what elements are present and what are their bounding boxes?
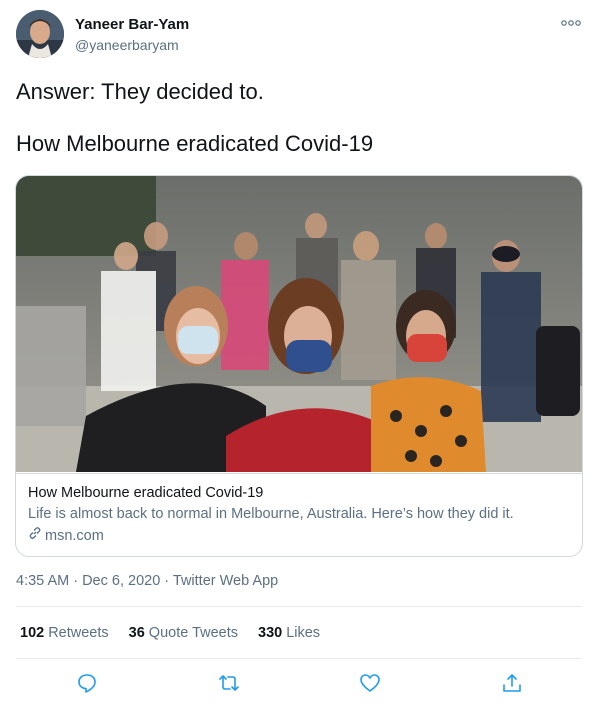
card-body: How Melbourne eradicated Covid-19 Life i… [16, 473, 582, 546]
share-icon[interactable] [501, 672, 523, 694]
tweet-text: Answer: They decided to. How Melbourne e… [16, 78, 582, 158]
retweets-stat[interactable]: 102 Retweets [20, 625, 109, 641]
card-domain[interactable]: msn.com [28, 526, 570, 546]
tweet-stats: 102 Retweets 36 Quote Tweets 330 Likes [20, 625, 340, 641]
like-icon[interactable] [359, 672, 381, 694]
crowd-photo[interactable] [16, 176, 582, 472]
quote-tweets-stat[interactable]: 36 Quote Tweets [129, 625, 238, 641]
divider [16, 606, 582, 607]
retweet-icon[interactable] [218, 672, 240, 694]
tweet-line-2: How Melbourne eradicated Covid-19 [16, 131, 374, 156]
card-domain-text: msn.com [45, 528, 104, 544]
quote-tweets-count: 36 [128, 625, 145, 641]
author-handle[interactable]: @yaneerbaryam [75, 37, 179, 53]
tweet-timestamp[interactable]: 4:35 AM · Dec 6, 2020 · Twitter Web App [16, 573, 278, 589]
likes-stat[interactable]: 330 Likes [258, 625, 320, 641]
retweets-label: Retweets [48, 625, 109, 641]
card-title[interactable]: How Melbourne eradicated Covid-19 [28, 484, 570, 502]
reply-icon[interactable] [76, 672, 98, 694]
quote-tweets-label: Quote Tweets [148, 625, 238, 641]
avatar[interactable] [16, 10, 64, 58]
likes-label: Likes [286, 625, 321, 641]
tweet-header: Yaneer Bar-Yam @yaneerbaryam [16, 10, 582, 60]
retweets-count: 102 [20, 625, 45, 641]
divider [16, 658, 582, 659]
likes-count: 330 [258, 625, 283, 641]
author-name[interactable]: Yaneer Bar-Yam [75, 16, 189, 33]
tweet-actions [16, 668, 582, 698]
more-icon[interactable] [560, 16, 582, 30]
tweet-line-1: Answer: They decided to. [16, 79, 264, 104]
link-card[interactable]: How Melbourne eradicated Covid-19 Life i… [15, 175, 583, 557]
link-icon [28, 526, 42, 546]
card-description: Life is almost back to normal in Melbour… [28, 506, 514, 522]
